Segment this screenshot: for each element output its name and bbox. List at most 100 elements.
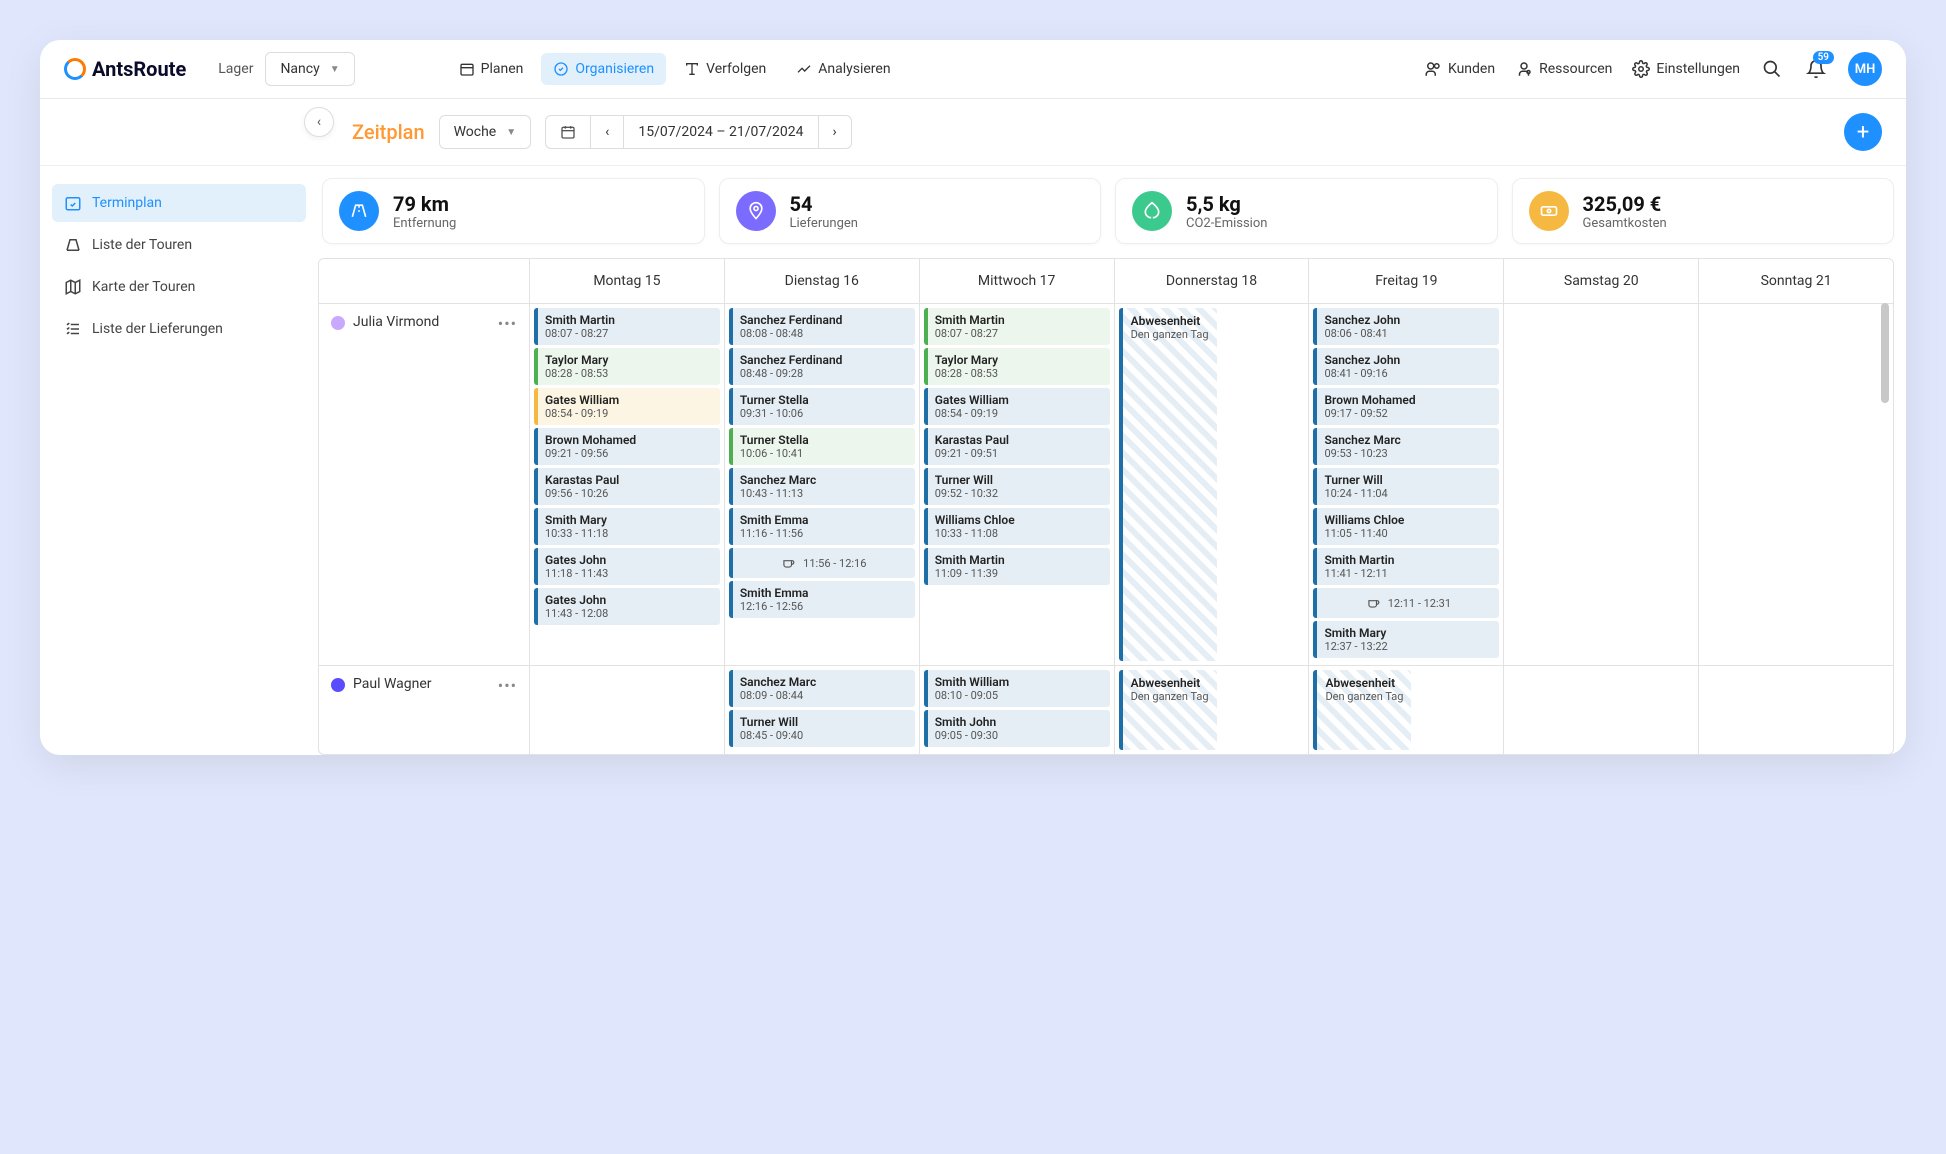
employee-more-button[interactable]: •••: [498, 676, 517, 695]
absence-card[interactable]: AbwesenheitDen ganzen Tag: [1119, 670, 1217, 750]
day-cell: Sanchez Ferdinand08:08 - 08:48Sanchez Fe…: [724, 304, 919, 665]
nav-icon: [459, 61, 475, 77]
sidebar: Terminplan Liste der Touren Karte der Tour…: [40, 166, 318, 755]
absence-card[interactable]: AbwesenheitDen ganzen Tag: [1119, 308, 1217, 661]
subbar: ‹ Zeitplan Woche ▼ ‹ 15/07/2024 – 21/07/…: [40, 99, 1906, 166]
day-cell: Sanchez John08:06 - 08:41Sanchez John08:…: [1308, 304, 1503, 665]
delivery-card[interactable]: Smith William08:10 - 09:05: [924, 670, 1110, 707]
top-link-ressourcen[interactable]: Ressourcen: [1515, 60, 1612, 78]
delivery-card[interactable]: Turner Will10:24 - 11:04: [1313, 468, 1499, 505]
top-link-kunden[interactable]: Kunden: [1424, 60, 1495, 78]
calendar-button[interactable]: [546, 116, 591, 148]
delivery-card[interactable]: Karastas Paul09:21 - 09:51: [924, 428, 1110, 465]
employee-more-button[interactable]: •••: [498, 314, 517, 333]
break-card[interactable]: 12:11 - 12:31: [1313, 588, 1499, 618]
delivery-card[interactable]: Sanchez Marc08:09 - 08:44: [729, 670, 915, 707]
delivery-card[interactable]: Sanchez Ferdinand08:48 - 09:28: [729, 348, 915, 385]
delivery-card[interactable]: Smith Emma11:16 - 11:56: [729, 508, 915, 545]
day-cell: Sanchez Marc08:09 - 08:44Turner Will08:4…: [724, 666, 919, 754]
delivery-card[interactable]: Smith Mary12:37 - 13:22: [1313, 621, 1499, 658]
nav-tab-organisieren[interactable]: Organisieren: [541, 53, 666, 85]
day-cell: AbwesenheitDen ganzen Tag: [1308, 666, 1503, 754]
day-cell: Smith William08:10 - 09:05Smith John09:0…: [919, 666, 1114, 754]
money-icon: [1529, 191, 1569, 231]
delivery-card[interactable]: Sanchez John08:06 - 08:41: [1313, 308, 1499, 345]
delivery-card[interactable]: Brown Mohamed09:17 - 09:52: [1313, 388, 1499, 425]
delivery-card[interactable]: Smith John09:05 - 09:30: [924, 710, 1110, 747]
notifications-button[interactable]: 59: [1804, 57, 1828, 81]
delivery-card[interactable]: Smith Martin11:09 - 11:39: [924, 548, 1110, 585]
next-week-button[interactable]: ›: [819, 116, 851, 148]
stat-label: Gesamtkosten: [1583, 216, 1667, 231]
delivery-card[interactable]: Williams Chloe11:05 - 11:40: [1313, 508, 1499, 545]
delivery-card[interactable]: Smith Martin11:41 - 12:11: [1313, 548, 1499, 585]
cup-icon: [1366, 596, 1380, 610]
delivery-card[interactable]: Taylor Mary08:28 - 08:53: [534, 348, 720, 385]
delivery-card[interactable]: Sanchez John08:41 - 09:16: [1313, 348, 1499, 385]
notif-badge: 59: [1813, 51, 1834, 64]
nav-tab-verfolgen[interactable]: Verfolgen: [672, 53, 778, 85]
content: Terminplan Liste der Touren Karte der Tour…: [40, 166, 1906, 755]
sidebar-item-liste-der-touren[interactable]: Liste der Touren: [52, 226, 306, 264]
date-range[interactable]: 15/07/2024 – 21/07/2024: [624, 116, 818, 148]
delivery-card[interactable]: Taylor Mary08:28 - 08:53: [924, 348, 1110, 385]
leaf-icon: [1132, 191, 1172, 231]
lager-select[interactable]: Nancy ▼: [265, 52, 354, 86]
delivery-card[interactable]: Turner Will09:52 - 10:32: [924, 468, 1110, 505]
delivery-card[interactable]: Turner Will08:45 - 09:40: [729, 710, 915, 747]
delivery-card[interactable]: Smith Martin08:07 - 08:27: [924, 308, 1110, 345]
sidebar-item-terminplan[interactable]: Terminplan: [52, 184, 306, 222]
delivery-card[interactable]: Sanchez Marc10:43 - 11:13: [729, 468, 915, 505]
day-header: Montag 15: [529, 259, 724, 303]
top-link-einstellungen[interactable]: Einstellungen: [1632, 60, 1740, 78]
delivery-card[interactable]: Smith Emma12:16 - 12:56: [729, 581, 915, 618]
lager-value: Nancy: [280, 61, 319, 77]
chevron-down-icon: ▼: [506, 127, 516, 138]
delivery-card[interactable]: Gates William08:54 - 09:19: [924, 388, 1110, 425]
logo: AntsRoute: [64, 57, 186, 81]
sidebar-item-karte-der-touren[interactable]: Karte der Touren: [52, 268, 306, 306]
delivery-card[interactable]: Williams Chloe10:33 - 11:08: [924, 508, 1110, 545]
stat-lieferungen: 54Lieferungen: [719, 178, 1102, 244]
delivery-card[interactable]: Turner Stella10:06 - 10:41: [729, 428, 915, 465]
stat-label: CO2-Emission: [1186, 216, 1267, 231]
calendar-check-icon: [64, 194, 82, 212]
view-select[interactable]: Woche ▼: [439, 115, 532, 149]
delivery-card[interactable]: Gates William08:54 - 09:19: [534, 388, 720, 425]
delivery-card[interactable]: Turner Stella09:31 - 10:06: [729, 388, 915, 425]
chevron-down-icon: ▼: [330, 64, 340, 75]
day-header: Freitag 19: [1308, 259, 1503, 303]
employee-row: Paul Wagner•••Sanchez Marc08:09 - 08:44T…: [319, 665, 1893, 754]
link-icon: [1632, 60, 1650, 78]
delivery-card[interactable]: Smith Mary10:33 - 11:18: [534, 508, 720, 545]
prev-week-button[interactable]: ‹: [591, 116, 624, 148]
nav-icon: [796, 61, 812, 77]
absence-card[interactable]: AbwesenheitDen ganzen Tag: [1313, 670, 1411, 750]
sidebar-item-liste-der-lieferungen[interactable]: Liste der Lieferungen: [52, 310, 306, 348]
scrollbar[interactable]: [1881, 303, 1889, 403]
main-nav: PlanenOrganisierenVerfolgenAnalysieren: [447, 53, 903, 85]
logo-icon: [64, 58, 86, 80]
break-card[interactable]: 11:56 - 12:16: [729, 548, 915, 578]
delivery-card[interactable]: Sanchez Marc09:53 - 10:23: [1313, 428, 1499, 465]
topbar-right: Kunden Ressourcen Einstellungen 59 MH: [1424, 52, 1882, 86]
page-title: Zeitplan: [352, 120, 425, 144]
employee-dot: [331, 678, 345, 692]
delivery-card[interactable]: Brown Mohamed09:21 - 09:56: [534, 428, 720, 465]
add-button[interactable]: +: [1844, 113, 1882, 151]
nav-tab-analysieren[interactable]: Analysieren: [784, 53, 902, 85]
day-cell: Smith Martin08:07 - 08:27Taylor Mary08:2…: [919, 304, 1114, 665]
collapse-sidebar-button[interactable]: ‹: [304, 107, 334, 137]
delivery-card[interactable]: Karastas Paul09:56 - 10:26: [534, 468, 720, 505]
nav-tab-planen[interactable]: Planen: [447, 53, 536, 85]
delivery-card[interactable]: Gates John11:18 - 11:43: [534, 548, 720, 585]
delivery-card[interactable]: Smith Martin08:07 - 08:27: [534, 308, 720, 345]
delivery-card[interactable]: Gates John11:43 - 12:08: [534, 588, 720, 625]
stat-label: Lieferungen: [790, 216, 858, 231]
delivery-card[interactable]: Sanchez Ferdinand08:08 - 08:48: [729, 308, 915, 345]
search-button[interactable]: [1760, 57, 1784, 81]
stat-entfernung: 79 kmEntfernung: [322, 178, 705, 244]
avatar[interactable]: MH: [1848, 52, 1882, 86]
grid-corner: [319, 259, 529, 303]
day-cell: AbwesenheitDen ganzen Tag: [1114, 304, 1309, 665]
